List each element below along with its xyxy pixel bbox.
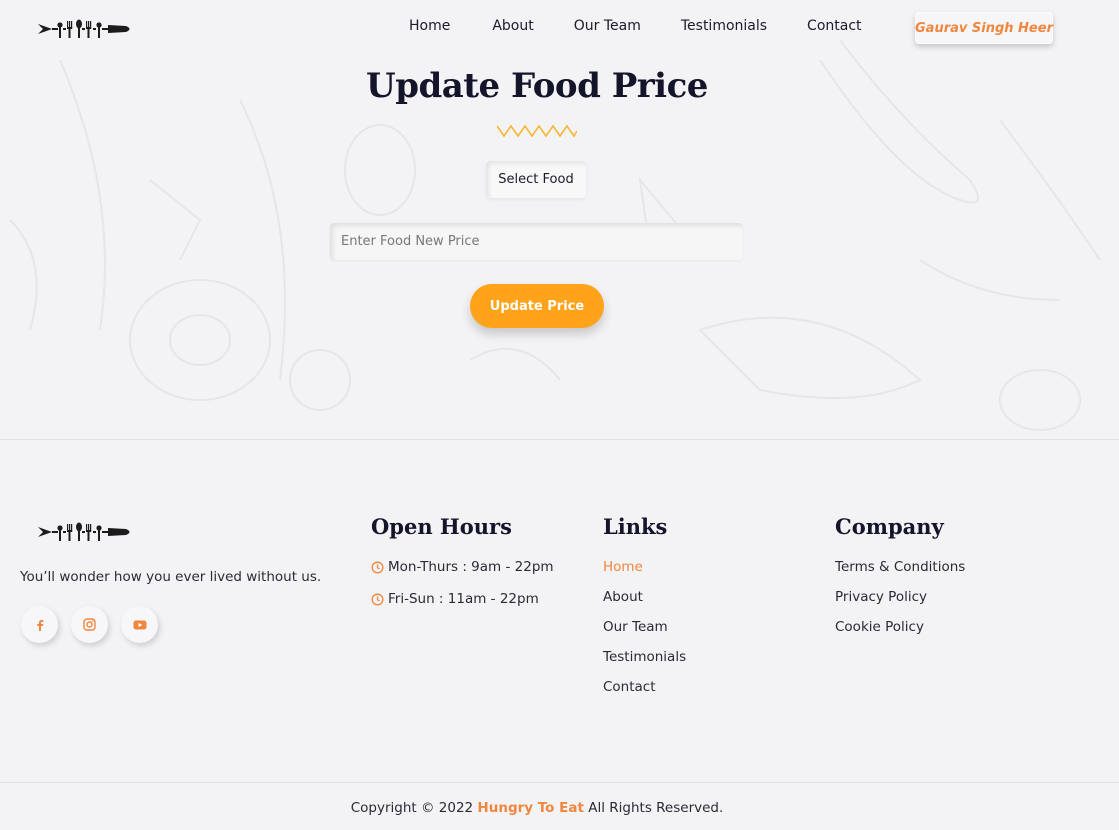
copyright-suffix: All Rights Reserved. <box>588 800 724 816</box>
cutlery-carrot-logo-icon <box>38 522 130 541</box>
copyright-brand[interactable]: Hungry To Eat <box>477 800 584 816</box>
cutlery-carrot-logo-icon <box>38 19 130 38</box>
instagram-link[interactable] <box>71 606 108 643</box>
user-profile-button[interactable]: Gaurav Singh Heer <box>915 12 1053 44</box>
hours-item: Mon-Thurs : 9am - 22pm <box>371 559 554 575</box>
facebook-link[interactable] <box>21 606 58 643</box>
hours-text: Mon-Thurs : 9am - 22pm <box>388 559 554 575</box>
nav-home[interactable]: Home <box>409 18 450 34</box>
copyright-prefix: Copyright © 2022 <box>350 800 474 816</box>
page-title: Update Food Price <box>366 66 708 106</box>
nav-about[interactable]: About <box>492 18 533 34</box>
footer-tagline: You’ll wonder how you ever lived without… <box>20 569 322 585</box>
footer-link-testimonials[interactable]: Testimonials <box>603 649 686 665</box>
clock-icon <box>371 593 384 605</box>
nav-our-team[interactable]: Our Team <box>574 18 641 34</box>
youtube-icon <box>133 620 146 629</box>
nav-testimonials[interactable]: Testimonials <box>681 18 767 34</box>
footer-link-terms[interactable]: Terms & Conditions <box>835 559 965 575</box>
site-logo[interactable] <box>38 18 133 40</box>
footer-link-about[interactable]: About <box>603 589 643 605</box>
hours-text: Fri-Sun : 11am - 22pm <box>388 591 539 607</box>
instagram-icon <box>83 618 96 631</box>
main-nav: Home About Our Team Testimonials Contact <box>409 18 862 34</box>
hours-item: Fri-Sun : 11am - 22pm <box>371 591 539 607</box>
footer-link-contact[interactable]: Contact <box>603 679 656 695</box>
footer-link-our-team[interactable]: Our Team <box>603 619 668 635</box>
footer-link-cookie[interactable]: Cookie Policy <box>835 619 924 635</box>
footer-logo[interactable] <box>38 521 133 543</box>
company-heading: Company <box>835 514 944 539</box>
youtube-link[interactable] <box>121 606 158 643</box>
select-food-dropdown[interactable]: Select Food <box>486 161 586 198</box>
nav-contact[interactable]: Contact <box>807 18 861 34</box>
copyright-text: Copyright © 2022 Hungry To Eat All Right… <box>0 800 1074 816</box>
food-price-input[interactable] <box>330 223 743 260</box>
open-hours-heading: Open Hours <box>371 514 512 539</box>
zigzag-divider-icon <box>497 124 577 138</box>
clock-icon <box>371 561 384 573</box>
footer-link-privacy[interactable]: Privacy Policy <box>835 589 927 605</box>
links-heading: Links <box>603 514 668 539</box>
footer-link-home[interactable]: Home <box>603 559 643 575</box>
section-divider <box>0 439 1119 440</box>
update-price-button[interactable]: Update Price <box>470 284 604 328</box>
facebook-icon <box>36 619 43 631</box>
footer-divider <box>0 782 1119 783</box>
